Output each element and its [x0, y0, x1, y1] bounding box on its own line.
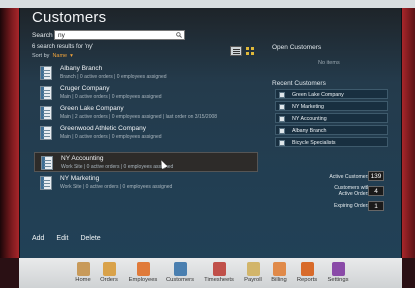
customer-mini-icon	[279, 104, 285, 110]
active-customers-value: 139	[368, 171, 384, 181]
billing-icon	[272, 262, 286, 276]
page-title: Customers	[32, 9, 107, 26]
recent-customer-item[interactable]: Green Lake Company	[275, 89, 388, 99]
search-icon[interactable]	[176, 32, 182, 38]
home-icon	[76, 262, 90, 276]
customer-details: Work Site | 0 active orders | 0 employee…	[61, 164, 174, 170]
sort-by-value[interactable]: Name	[52, 53, 67, 59]
settings-icon	[331, 262, 345, 276]
list-item[interactable]: Cruger Company Main | 0 active orders | …	[34, 83, 258, 103]
list-item[interactable]: Albany Branch Branch | 0 active orders |…	[34, 63, 258, 83]
list-item[interactable]: NY Marketing Work Site | 0 active orders…	[34, 173, 258, 193]
nav-reports[interactable]: Reports	[291, 262, 323, 288]
nav-settings[interactable]: Settings	[322, 262, 354, 288]
customer-name: Cruger Company	[60, 85, 110, 92]
reports-icon	[300, 262, 314, 276]
list-item-selected[interactable]: NY Accounting Work Site | 0 active order…	[34, 152, 258, 172]
timesheets-icon	[212, 262, 226, 276]
orders-icon	[102, 262, 116, 276]
active-customers-label: Active Customers	[329, 174, 370, 180]
customer-details: Main | 0 active orders | 0 employees ass…	[60, 134, 162, 140]
list-view-icon[interactable]	[230, 46, 242, 56]
nav-customers[interactable]: Customers	[164, 262, 196, 288]
payroll-icon	[246, 262, 260, 276]
window-top-bar	[0, 0, 415, 8]
expiring-orders-label: Expiring Orders	[333, 203, 370, 209]
open-customers-empty: No items	[318, 60, 340, 66]
edit-button[interactable]: Edit	[56, 235, 68, 242]
right-decorative-frame	[402, 8, 415, 258]
customer-document-icon	[40, 176, 52, 190]
customer-mini-icon	[279, 140, 285, 146]
recent-customer-item[interactable]: NY Marketing	[275, 101, 388, 111]
customer-name: Green Lake Company	[60, 105, 124, 112]
customer-document-icon	[40, 86, 52, 100]
expiring-orders-value: 1	[368, 201, 384, 211]
nav-employees[interactable]: Employees	[127, 262, 159, 288]
customer-name: NY Accounting	[61, 155, 104, 162]
customer-details: Work Site | 0 active orders | 0 employee…	[60, 184, 173, 190]
search-input[interactable]: ny	[54, 30, 185, 40]
customer-name: Albany Branch	[60, 65, 103, 72]
customer-document-icon	[40, 66, 52, 80]
recent-customer-item[interactable]: Bicycle Specialists	[275, 137, 388, 147]
results-count: 6 search results for 'ny'	[32, 44, 94, 50]
recent-customers-title: Recent Customers	[272, 80, 326, 87]
customer-details: Main | 2 active orders | 0 employees ass…	[60, 114, 218, 120]
search-label: Search	[32, 32, 53, 39]
list-item[interactable]: Greenwood Athletic Company Main | 0 acti…	[34, 123, 258, 143]
sort-by-control[interactable]: Sort by Name ▾	[32, 53, 73, 59]
grid-view-icon[interactable]	[246, 47, 255, 56]
customer-mini-icon	[279, 116, 285, 122]
bottom-navigation: Home Orders Employees Customers Timeshee…	[19, 258, 402, 288]
list-item[interactable]: Green Lake Company Main | 2 active order…	[34, 103, 258, 123]
recent-customer-item[interactable]: NY Accounting	[275, 113, 388, 123]
customers-icon	[173, 262, 187, 276]
customers-panel: Customers Search ny 6 search results for…	[19, 8, 402, 258]
customer-mini-icon	[279, 128, 285, 134]
sort-by-label: Sort by	[32, 53, 50, 59]
nav-timesheets[interactable]: Timesheets	[203, 262, 235, 288]
chevron-down-icon[interactable]: ▾	[70, 53, 73, 59]
delete-button[interactable]: Delete	[80, 235, 100, 242]
customer-details: Branch | 0 active orders | 0 employees a…	[60, 74, 167, 80]
customer-details: Main | 0 active orders | 0 employees ass…	[60, 94, 162, 100]
employees-icon	[136, 262, 150, 276]
customer-name: Greenwood Athletic Company	[60, 125, 146, 132]
search-input-value: ny	[58, 32, 65, 39]
customer-document-icon	[40, 126, 52, 140]
recent-customer-item[interactable]: Albany Branch	[275, 125, 388, 135]
nav-orders[interactable]: Orders	[93, 262, 125, 288]
add-button[interactable]: Add	[32, 235, 44, 242]
customer-document-icon	[41, 156, 53, 170]
left-decorative-frame	[0, 8, 19, 258]
customer-document-icon	[40, 106, 52, 120]
open-customers-title: Open Customers	[272, 44, 322, 51]
customer-name: NY Marketing	[60, 175, 100, 182]
customers-with-label-line2: Active Orders	[338, 191, 370, 197]
action-bar: Add Edit Delete	[32, 235, 111, 242]
customers-with-orders-value: 4	[368, 186, 384, 196]
customer-mini-icon	[279, 92, 285, 98]
